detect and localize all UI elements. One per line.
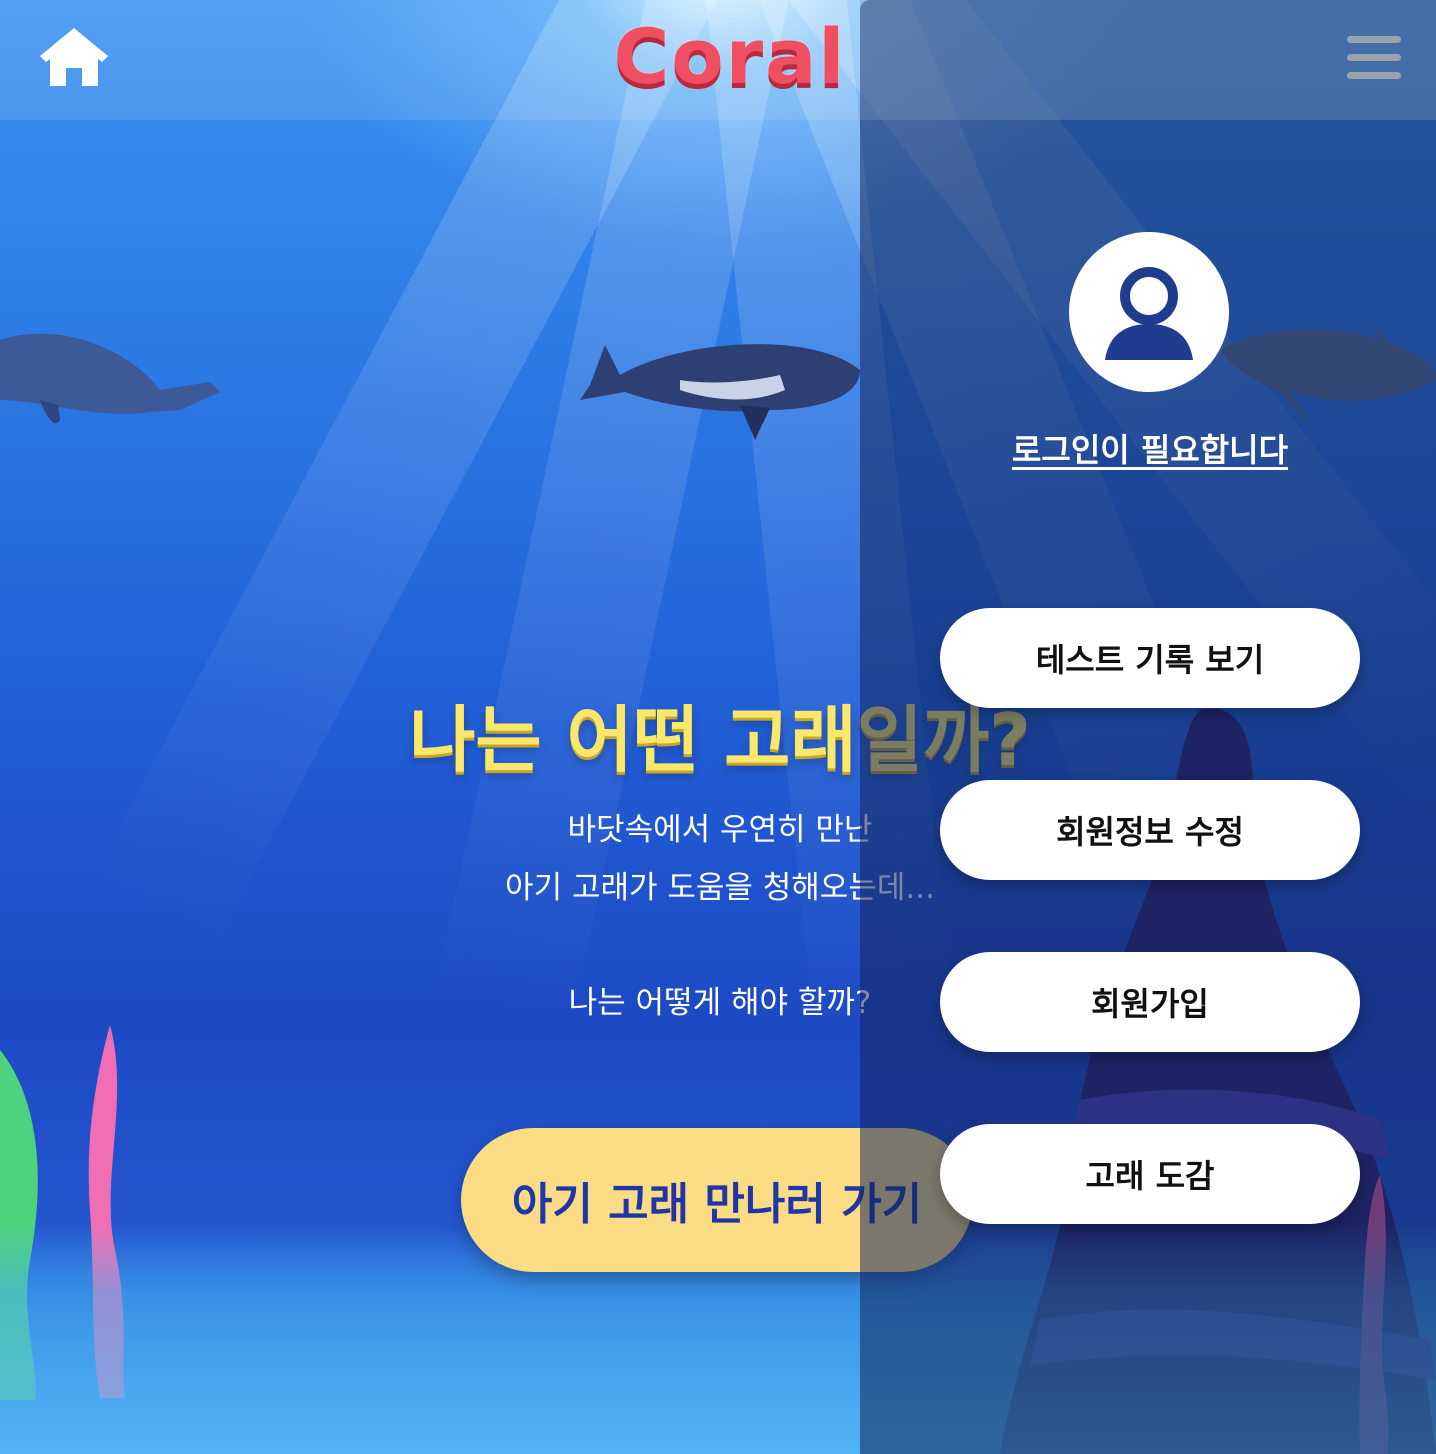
whale-illustration bbox=[580, 344, 860, 440]
signup-button[interactable]: 회원가입 bbox=[940, 952, 1360, 1052]
login-required-link[interactable]: 로그인이 필요합니다 bbox=[950, 425, 1350, 471]
test-history-button[interactable]: 테스트 기록 보기 bbox=[940, 608, 1360, 708]
whale-illustration bbox=[0, 333, 220, 424]
drawer-header bbox=[860, 0, 1436, 120]
home-icon[interactable] bbox=[38, 26, 110, 88]
coral-logo[interactable]: Coral bbox=[600, 14, 860, 100]
user-avatar-icon bbox=[1069, 232, 1229, 392]
edit-profile-button[interactable]: 회원정보 수정 bbox=[940, 780, 1360, 880]
side-drawer: 로그인이 필요합니다 테스트 기록 보기 회원정보 수정 회원가입 고래 도감 bbox=[860, 0, 1436, 1454]
whale-encyclopedia-button[interactable]: 고래 도감 bbox=[940, 1124, 1360, 1224]
hamburger-menu-icon[interactable] bbox=[1347, 36, 1401, 84]
